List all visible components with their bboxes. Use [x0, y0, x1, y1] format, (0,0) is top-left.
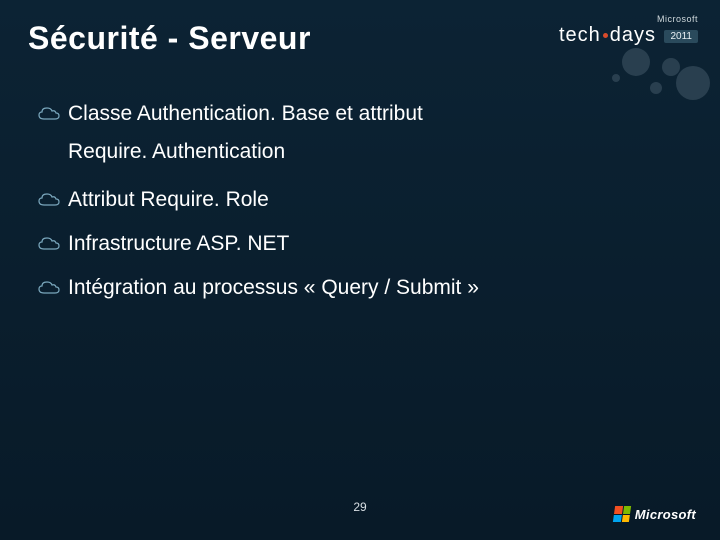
microsoft-flag-icon — [613, 506, 631, 522]
bullet-item: Infrastructure ASP. NET — [38, 232, 680, 256]
cloud-bullet-icon — [38, 107, 60, 121]
footer-vendor-text: Microsoft — [635, 507, 696, 522]
bullet-item: Classe Authentication. Base et attribut — [38, 102, 680, 126]
bullet-item: Attribut Require. Role — [38, 188, 680, 212]
cloud-bullet-icon — [38, 281, 60, 295]
brand-year-badge: 2011 — [664, 30, 698, 43]
bullet-text: Classe Authentication. Base et attribut — [68, 102, 423, 126]
brand-event-prefix: tech — [559, 24, 601, 46]
slide-title: Sécurité - Serveur — [28, 20, 311, 57]
brand-event-suffix: days — [610, 24, 656, 46]
bullet-list: Classe Authentication. Base et attribut … — [38, 102, 680, 320]
page-number: 29 — [0, 500, 720, 514]
bullet-text: Infrastructure ASP. NET — [68, 232, 289, 256]
bullet-text: Intégration au processus « Query / Submi… — [68, 276, 479, 300]
footer-logo: Microsoft — [614, 506, 696, 522]
dot-icon — [603, 33, 608, 38]
slide: Sécurité - Serveur Microsoft tech days 20… — [0, 0, 720, 540]
brand-vendor: Microsoft — [559, 14, 698, 24]
cloud-bullet-icon — [38, 193, 60, 207]
brand-block: Microsoft tech days 2011 — [559, 14, 698, 47]
bullet-item: Intégration au processus « Query / Submi… — [38, 276, 680, 300]
bullet-text: Attribut Require. Role — [68, 188, 269, 212]
cloud-bullet-icon — [38, 237, 60, 251]
brand-event: tech days 2011 — [559, 24, 698, 47]
bullet-text: Require. Authentication — [68, 140, 285, 164]
bullet-item-continuation: Require. Authentication — [68, 140, 680, 164]
